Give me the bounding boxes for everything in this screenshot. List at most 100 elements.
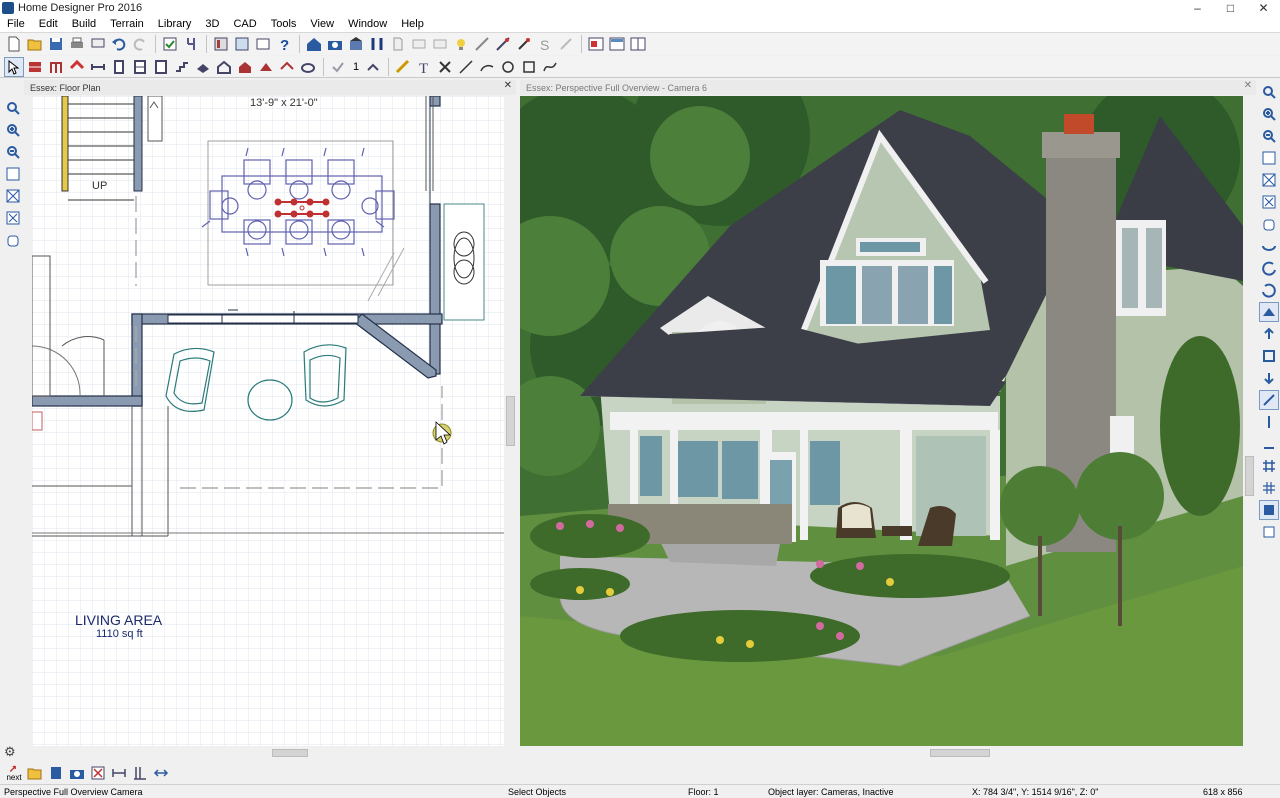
render-icon[interactable] bbox=[388, 34, 408, 54]
text-tool-icon[interactable]: T bbox=[414, 57, 434, 77]
room-tool-icon[interactable] bbox=[214, 57, 234, 77]
delete-x-icon[interactable] bbox=[435, 57, 455, 77]
pencil-icon[interactable] bbox=[556, 34, 576, 54]
camera-icon[interactable] bbox=[325, 34, 345, 54]
fill-building-icon[interactable] bbox=[1259, 192, 1279, 212]
transform-icon[interactable] bbox=[151, 763, 171, 783]
select-3d-icon[interactable] bbox=[1259, 390, 1279, 410]
edit-area-icon[interactable] bbox=[493, 34, 513, 54]
check-icon[interactable] bbox=[328, 57, 348, 77]
hash-grid-icon[interactable] bbox=[1259, 478, 1279, 498]
window-side-icon[interactable] bbox=[628, 34, 648, 54]
style-icon[interactable]: S bbox=[535, 34, 555, 54]
menu-terrain[interactable]: Terrain bbox=[103, 18, 151, 30]
perspective-vscroll-thumb[interactable] bbox=[1245, 456, 1254, 496]
undo-zoom-icon[interactable] bbox=[1259, 148, 1279, 168]
bookmark-icon[interactable] bbox=[46, 763, 66, 783]
layer-icon[interactable] bbox=[253, 34, 273, 54]
frame-icon[interactable] bbox=[1259, 346, 1279, 366]
camera-settings-icon[interactable] bbox=[67, 763, 87, 783]
floor-plan-vscroll[interactable] bbox=[504, 96, 517, 746]
redo-icon[interactable] bbox=[130, 34, 150, 54]
line-tool-icon[interactable] bbox=[456, 57, 476, 77]
floor-plan-close-icon[interactable]: ✕ bbox=[504, 80, 512, 91]
print-preview-icon[interactable] bbox=[88, 34, 108, 54]
walkthrough-icon[interactable] bbox=[367, 34, 387, 54]
deck-tool-icon[interactable] bbox=[277, 57, 297, 77]
menu-file[interactable]: File bbox=[0, 18, 32, 30]
up-chevron-icon[interactable] bbox=[363, 57, 383, 77]
menu-library[interactable]: Library bbox=[151, 18, 199, 30]
zoom-icon[interactable] bbox=[1259, 82, 1279, 102]
undo-zoom-icon[interactable] bbox=[3, 164, 23, 184]
plant-tool-icon[interactable] bbox=[298, 57, 318, 77]
cabinet-tool-icon[interactable] bbox=[109, 57, 129, 77]
tilt-up-icon[interactable] bbox=[1259, 324, 1279, 344]
next-arrow-icon[interactable]: next bbox=[4, 763, 24, 783]
pan-hand-icon[interactable] bbox=[1259, 214, 1279, 234]
floor-tool-icon[interactable] bbox=[193, 57, 213, 77]
box-tool-icon[interactable] bbox=[519, 57, 539, 77]
fixture-tool-icon[interactable] bbox=[235, 57, 255, 77]
zoom-in-icon[interactable] bbox=[3, 120, 23, 140]
undo-icon[interactable] bbox=[109, 34, 129, 54]
select-objects-icon[interactable] bbox=[4, 56, 24, 77]
fill-window-icon[interactable] bbox=[1259, 170, 1279, 190]
window-tool-icon[interactable] bbox=[151, 57, 171, 77]
maximize-button[interactable]: □ bbox=[1214, 0, 1247, 16]
rotate-right-icon[interactable] bbox=[1259, 280, 1279, 300]
perspective-view[interactable] bbox=[520, 96, 1243, 746]
ruler-icon[interactable] bbox=[393, 57, 413, 77]
library-icon[interactable] bbox=[211, 34, 231, 54]
menu-help[interactable]: Help bbox=[394, 18, 431, 30]
delete-box-icon[interactable] bbox=[88, 763, 108, 783]
elevation-icon[interactable] bbox=[346, 34, 366, 54]
menu-window[interactable]: Window bbox=[341, 18, 394, 30]
menu-tools[interactable]: Tools bbox=[264, 18, 304, 30]
snap-icon[interactable] bbox=[1259, 500, 1279, 520]
circle-tool-icon[interactable] bbox=[498, 57, 518, 77]
rotate-left-icon[interactable] bbox=[1259, 258, 1279, 278]
floor-plan-hscroll[interactable] bbox=[32, 746, 504, 760]
fill-building-icon[interactable] bbox=[3, 208, 23, 228]
house-view-icon[interactable] bbox=[304, 34, 324, 54]
tilt-down-icon[interactable] bbox=[1259, 368, 1279, 388]
new-file-icon[interactable] bbox=[4, 34, 24, 54]
zoom-in-icon[interactable] bbox=[1259, 104, 1279, 124]
open-folder-icon[interactable] bbox=[25, 34, 45, 54]
folder-icon[interactable] bbox=[25, 763, 45, 783]
settings-gear-icon[interactable]: ⚙ bbox=[4, 744, 16, 760]
menu-build[interactable]: Build bbox=[65, 18, 103, 30]
menu-cad[interactable]: CAD bbox=[226, 18, 263, 30]
minimize-button[interactable]: – bbox=[1181, 0, 1214, 16]
pan-hand-icon[interactable] bbox=[3, 230, 23, 250]
fill-window-icon[interactable] bbox=[3, 186, 23, 206]
floor-plan-hscroll-thumb[interactable] bbox=[272, 749, 308, 757]
move-camera-icon[interactable] bbox=[472, 34, 492, 54]
vertical-move-icon[interactable] bbox=[1259, 412, 1279, 432]
elevation-step-icon[interactable] bbox=[1259, 434, 1279, 454]
angle-snap-icon[interactable] bbox=[1259, 522, 1279, 542]
select-dropper-icon[interactable] bbox=[514, 34, 534, 54]
materials-icon[interactable] bbox=[232, 34, 252, 54]
export-icon[interactable] bbox=[430, 34, 450, 54]
roof-tool-icon[interactable] bbox=[67, 57, 87, 77]
wall-tool-icon[interactable] bbox=[25, 57, 45, 77]
orbit-icon[interactable] bbox=[1259, 236, 1279, 256]
floor-plan-view[interactable]: 13'-9" x 21'-0" UP LIVING AREA 1110 sq f… bbox=[32, 96, 504, 746]
perspective-vscroll[interactable] bbox=[1243, 96, 1256, 746]
perspective-hscroll[interactable] bbox=[520, 746, 1243, 760]
menu-edit[interactable]: Edit bbox=[32, 18, 65, 30]
terrain-tool-icon[interactable] bbox=[256, 57, 276, 77]
close-button[interactable]: ✕ bbox=[1247, 0, 1280, 16]
checklist-icon[interactable] bbox=[160, 34, 180, 54]
help-icon[interactable]: ? bbox=[274, 34, 294, 54]
print-icon[interactable] bbox=[67, 34, 87, 54]
camera-mode-icon[interactable] bbox=[1259, 302, 1279, 322]
print-camera-icon[interactable] bbox=[409, 34, 429, 54]
menu-3d[interactable]: 3D bbox=[198, 18, 226, 30]
zoom-icon[interactable] bbox=[3, 98, 23, 118]
align-icon[interactable] bbox=[109, 763, 129, 783]
zoom-out-icon[interactable] bbox=[3, 142, 23, 162]
spline-tool-icon[interactable] bbox=[540, 57, 560, 77]
